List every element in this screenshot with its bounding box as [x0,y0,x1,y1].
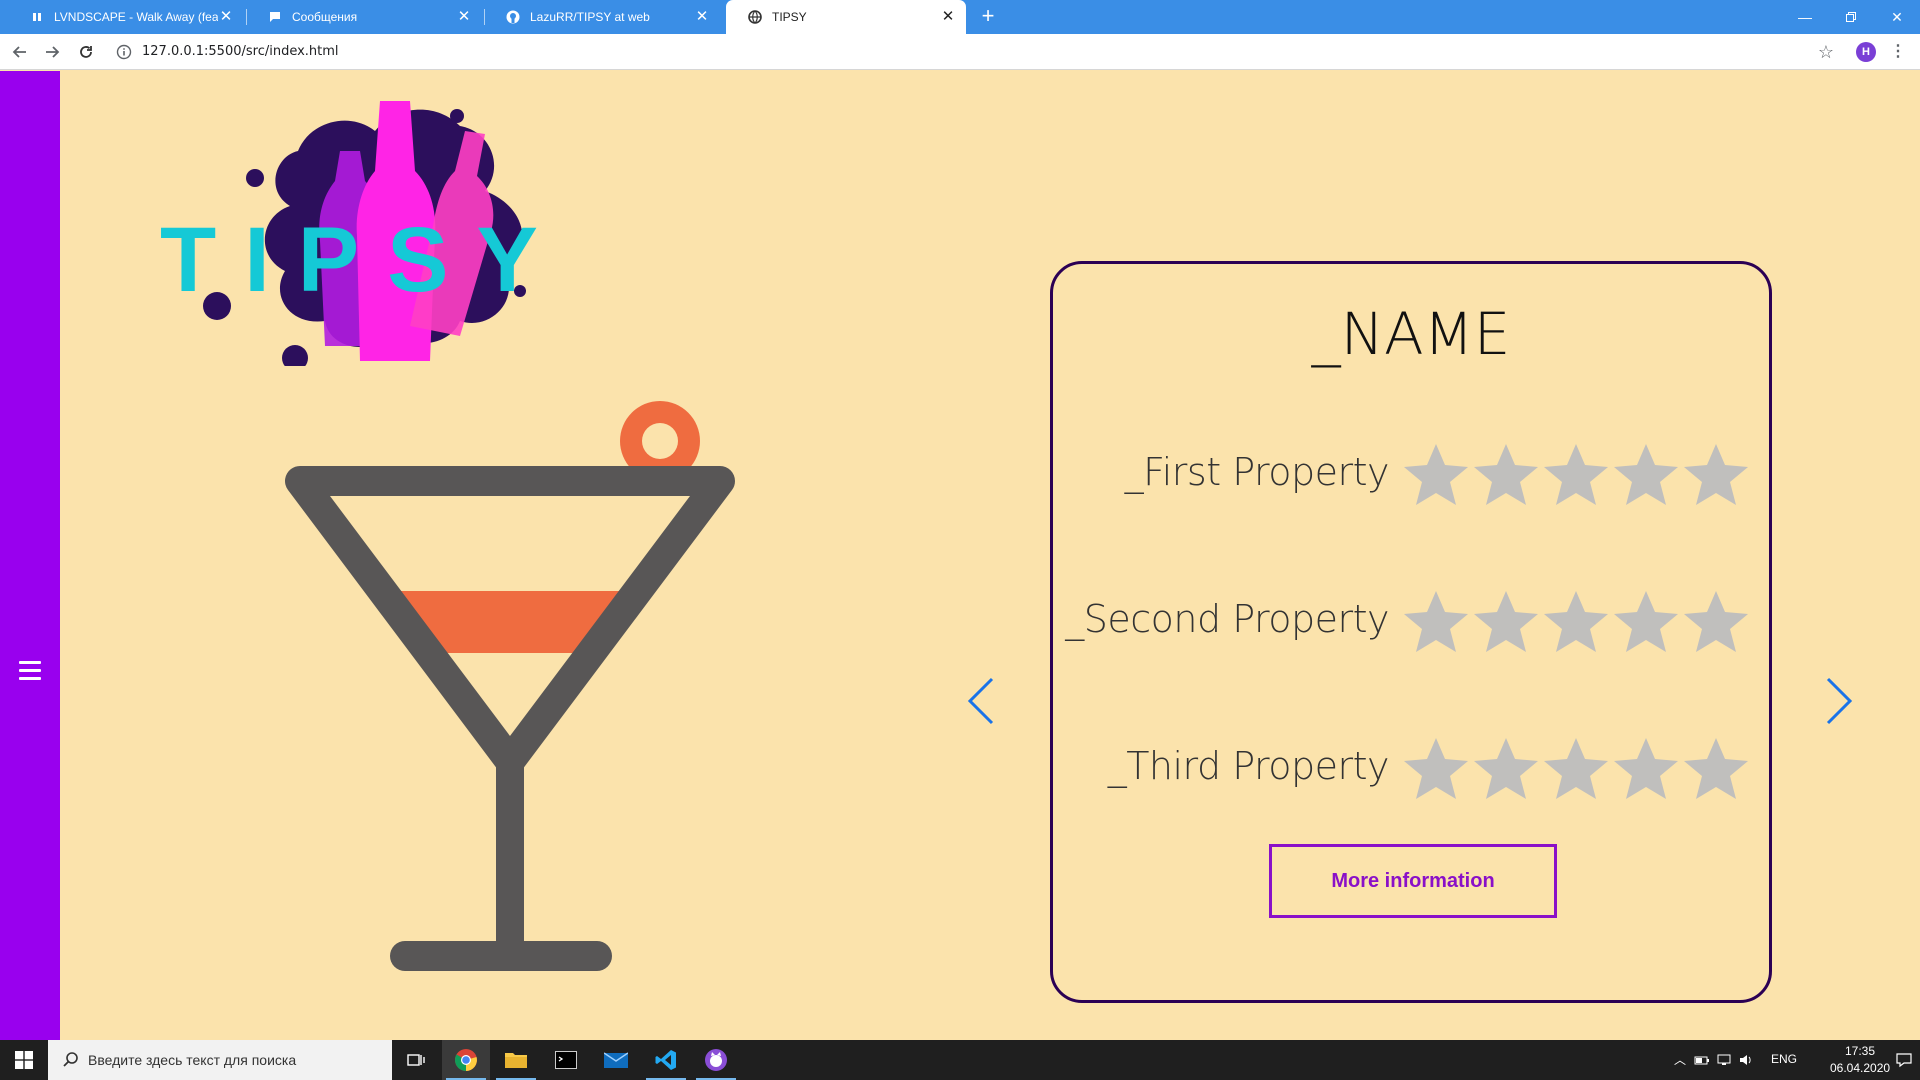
star-icon[interactable] [1543,442,1609,508]
battery-icon[interactable] [1694,1052,1710,1068]
file-explorer-taskbar-app[interactable] [492,1040,540,1080]
star-icon[interactable] [1473,736,1539,802]
terminal-icon [555,1051,577,1069]
back-button[interactable] [8,40,32,64]
mail-icon [604,1052,628,1068]
vscode-icon [655,1050,676,1070]
star-icon[interactable] [1403,589,1469,655]
language-indicator[interactable]: ENG [1771,1052,1797,1066]
reload-icon [80,46,92,58]
clock-time[interactable]: 17:35 [1830,1044,1890,1058]
windows-logo-icon [15,1051,33,1069]
hamburger-menu-icon[interactable] [19,661,41,683]
property-row: _Third Property [1053,736,1769,816]
star-icon[interactable] [1683,736,1749,802]
new-tab-button[interactable]: + [976,5,1000,29]
close-icon[interactable]: ✕ [218,9,234,25]
property-row: _Second Property [1053,589,1769,669]
tab-tipsy[interactable]: TIPSY ✕ [726,0,966,34]
star-icon[interactable] [1613,736,1679,802]
property-row: _First Property [1053,442,1769,522]
star-icon[interactable] [1473,589,1539,655]
star-icon[interactable] [1473,442,1539,508]
folder-icon [505,1053,527,1068]
star-icon[interactable] [1683,589,1749,655]
address-bar[interactable]: 127.0.0.1:5500/src/index.html [142,44,339,59]
star-icon[interactable] [1543,736,1609,802]
system-tray: ︿ ENG 17:35 06.04.2020 [1668,1040,1920,1080]
minimize-button[interactable]: — [1782,0,1828,34]
star-rating[interactable] [1403,736,1753,816]
logo-text: TIPSY [160,209,566,311]
chrome-icon [455,1049,477,1071]
chevron-up-icon[interactable]: ︿ [1672,1052,1688,1068]
tab-title: LazuRR/TIPSY at web [530,10,650,24]
close-icon[interactable]: ✕ [694,9,710,25]
search-icon [63,1052,78,1067]
card-title: _NAME [1311,300,1511,368]
github-desktop-icon [705,1049,727,1071]
close-window-button[interactable]: ✕ [1874,0,1920,34]
tab-title: Сообщения [292,10,358,24]
tab-github[interactable]: LazuRR/TIPSY at web ✕ [484,0,720,34]
star-icon[interactable] [1403,736,1469,802]
profile-avatar[interactable]: H [1856,42,1876,62]
start-button[interactable] [0,1040,48,1080]
vscode-taskbar-app[interactable] [642,1040,690,1080]
tab-title: TIPSY [772,10,807,24]
clock-date[interactable]: 06.04.2020 [1830,1061,1890,1075]
arrow-right-icon [46,46,60,58]
network-icon[interactable] [1716,1052,1732,1068]
page-content: TIPSY _NAME _First Property _Second Prop… [0,71,1920,1040]
chat-icon [268,10,282,24]
search-placeholder: Введите здесь текст для поиска [88,1052,297,1068]
close-icon[interactable]: ✕ [940,9,956,25]
star-rating[interactable] [1403,589,1753,669]
mail-taskbar-app[interactable] [592,1040,640,1080]
cocktail-card: _NAME _First Property _Second Property _… [1050,261,1772,1003]
tab-title: LVNDSCAPE - Walk Away (feat. K [54,10,218,24]
property-label: _Second Property [1065,597,1389,641]
property-label: _First Property [1124,450,1390,494]
task-view-icon [407,1054,425,1066]
star-rating[interactable] [1403,442,1753,522]
tab-messages[interactable]: Сообщения ✕ [246,0,482,34]
notification-icon[interactable] [1896,1052,1912,1068]
windows-taskbar: Введите здесь текст для поиска ︿ ENG 17:… [0,1040,1920,1080]
chrome-taskbar-app[interactable] [442,1040,490,1080]
restore-button[interactable] [1828,0,1874,34]
more-information-button[interactable]: More information [1269,844,1557,918]
volume-icon[interactable] [1738,1052,1754,1068]
star-icon[interactable] [1543,589,1609,655]
globe-icon [748,10,762,24]
star-icon[interactable] [1613,442,1679,508]
task-view-button[interactable] [392,1040,440,1080]
tab-music[interactable]: LVNDSCAPE - Walk Away (feat. K ✕ [8,0,244,34]
carousel-next-arrow[interactable] [1818,671,1858,731]
carousel-prev-arrow[interactable] [962,671,1002,731]
star-icon[interactable] [1613,589,1679,655]
site-info-icon[interactable] [116,44,132,60]
arrow-left-icon [12,46,26,58]
forward-button[interactable] [40,40,64,64]
terminal-taskbar-app[interactable] [542,1040,590,1080]
reload-button[interactable] [74,40,98,64]
github-desktop-taskbar-app[interactable] [692,1040,740,1080]
bookmark-star-icon[interactable]: ☆ [1815,41,1837,63]
close-icon[interactable]: ✕ [456,9,472,25]
property-label: _Third Property [1107,744,1390,788]
browser-tab-bar: LVNDSCAPE - Walk Away (feat. K ✕ Сообщен… [0,0,1920,34]
star-icon[interactable] [1683,442,1749,508]
browser-toolbar: 127.0.0.1:5500/src/index.html ☆ H ⋮ [0,34,1920,70]
restore-icon [1846,12,1856,22]
cocktail-glass-illustration [285,401,735,971]
taskbar-search-box[interactable]: Введите здесь текст для поиска [48,1040,392,1080]
tipsy-logo: TIPSY [160,101,566,366]
sidebar [0,71,60,1040]
star-icon[interactable] [1403,442,1469,508]
browser-menu-icon[interactable]: ⋮ [1888,41,1908,63]
github-icon [506,10,520,24]
pause-icon [30,10,44,24]
